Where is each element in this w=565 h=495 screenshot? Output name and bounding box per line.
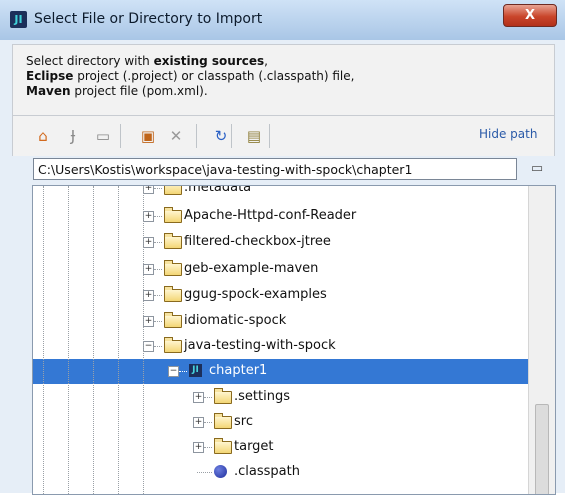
tree-row[interactable]: − JI chapter1 [33, 359, 528, 384]
new-folder-icon[interactable]: ▣ [138, 126, 158, 146]
tree-guide-line [118, 186, 119, 494]
hide-path-link[interactable]: Hide path [479, 127, 537, 141]
expand-icon[interactable]: + [143, 237, 154, 248]
tree-row[interactable]: + target [33, 435, 528, 460]
tree-item-label: chapter1 [209, 363, 268, 378]
tree-guide-line [143, 186, 144, 494]
home-icon[interactable]: ⌂ [33, 126, 53, 146]
tree-row[interactable]: + src [33, 410, 528, 435]
toolbar-separator [120, 124, 121, 148]
tree-branch-line [179, 371, 187, 372]
expand-icon[interactable]: + [143, 264, 154, 275]
expand-icon[interactable]: + [193, 392, 204, 403]
tree-item-label: ggug-spock-examples [184, 287, 327, 302]
desc-line3-bold: Maven [26, 84, 71, 98]
tree-row[interactable]: + filtered-checkbox-jtree [33, 230, 528, 255]
toolbar-separator [196, 124, 197, 148]
tree-branch-line [154, 269, 162, 270]
tree-guide-line [93, 186, 94, 494]
tree-guide-line [68, 186, 69, 494]
tree-branch-line [154, 321, 162, 322]
toolbar-separator [231, 124, 232, 148]
tree-row[interactable]: − java-testing-with-spock [33, 334, 528, 359]
desc-line2-rest: project (.project) or classpath (.classp… [73, 69, 355, 83]
desc-line2-bold: Eclipse [26, 69, 74, 83]
tree-branch-line [154, 242, 162, 243]
desc-line1-suffix: , [264, 54, 268, 68]
tree-row[interactable]: + .metadata [33, 185, 528, 201]
folder-icon [214, 438, 232, 454]
tree-row[interactable]: + .settings [33, 385, 528, 410]
expand-icon[interactable]: + [193, 442, 204, 453]
close-button[interactable]: X [503, 4, 557, 27]
tree-item-label: target [234, 439, 274, 454]
expand-icon[interactable]: + [143, 290, 154, 301]
app-icon: JI [10, 11, 27, 28]
tree-row[interactable]: .classpath [33, 460, 528, 485]
show-hidden-icon[interactable]: ▤ [244, 126, 264, 146]
module-icon: JI [189, 364, 202, 377]
tree-item-label: filtered-checkbox-jtree [184, 234, 331, 249]
folder-icon [214, 388, 232, 404]
expand-icon[interactable]: + [143, 316, 154, 327]
expand-icon[interactable]: + [143, 211, 154, 222]
project-icon[interactable]: Ɉ [63, 126, 83, 146]
toolbar: ⌂ Ɉ ▭ ▣ ✕ ↻ ▤ [12, 116, 555, 156]
folder-icon [164, 286, 182, 302]
folder-icon [164, 312, 182, 328]
tree-item-label: .classpath [234, 464, 300, 479]
tree-item-label: .metadata [184, 185, 252, 195]
tree-branch-line [197, 472, 212, 473]
tree-guide-line [43, 186, 44, 494]
folder-icon [164, 260, 182, 276]
tree-item-label: geb-example-maven [184, 261, 319, 276]
tree-branch-line [154, 216, 162, 217]
tree-item-label: idiomatic-spock [184, 313, 287, 328]
path-input[interactable]: C:\Users\Kostis\workspace\java-testing-w… [33, 158, 517, 180]
module-icon[interactable]: ▭ [93, 126, 113, 146]
desc-line1-bold: existing sources [153, 54, 265, 68]
desc-line3-rest: project file (pom.xml). [70, 84, 208, 98]
window-title: Select File or Directory to Import [34, 11, 263, 27]
desc-line1-prefix: Select directory with [26, 54, 154, 68]
refresh-icon[interactable]: ↻ [211, 126, 231, 146]
tree-row[interactable]: + Apache-Httpd-conf-Reader [33, 204, 528, 229]
tree-branch-line [204, 397, 212, 398]
tree-row[interactable]: + idiomatic-spock [33, 309, 528, 334]
collapse-icon[interactable]: − [168, 366, 179, 377]
classpath-file-icon [214, 465, 227, 478]
folder-icon [214, 413, 232, 429]
folder-icon [164, 233, 182, 249]
expand-icon[interactable]: + [143, 186, 154, 194]
description-text: Select directory with existing sources, … [26, 54, 526, 99]
tree-item-label: src [234, 414, 253, 429]
folder-icon [164, 186, 182, 195]
toolbar-separator [269, 124, 270, 148]
expand-icon[interactable]: + [193, 417, 204, 428]
tree-branch-line [154, 346, 162, 347]
tree-item-label: java-testing-with-spock [184, 338, 336, 353]
tree-item-label: Apache-Httpd-conf-Reader [184, 208, 357, 223]
delete-icon[interactable]: ✕ [166, 126, 186, 146]
tree-branch-line [154, 295, 162, 296]
tree-branch-line [204, 422, 212, 423]
title-bar: JI Select File or Directory to Import X [0, 0, 565, 41]
file-tree[interactable]: + .metadata + Apache-Httpd-conf-Reader + filt… [32, 185, 556, 495]
tree-row[interactable]: + ggug-spock-examples [33, 283, 528, 308]
tree-scrollbar[interactable] [528, 186, 555, 494]
tree-branch-line [154, 188, 162, 189]
collapse-icon[interactable]: − [143, 341, 154, 352]
folder-icon [164, 207, 182, 223]
folder-icon [164, 337, 182, 353]
tree-row[interactable]: + geb-example-maven [33, 257, 528, 282]
scrollbar-thumb[interactable] [535, 404, 549, 494]
tree-branch-line [204, 447, 212, 448]
tree-item-label: .settings [234, 389, 290, 404]
path-browse-icon[interactable]: ▭ [528, 158, 546, 180]
